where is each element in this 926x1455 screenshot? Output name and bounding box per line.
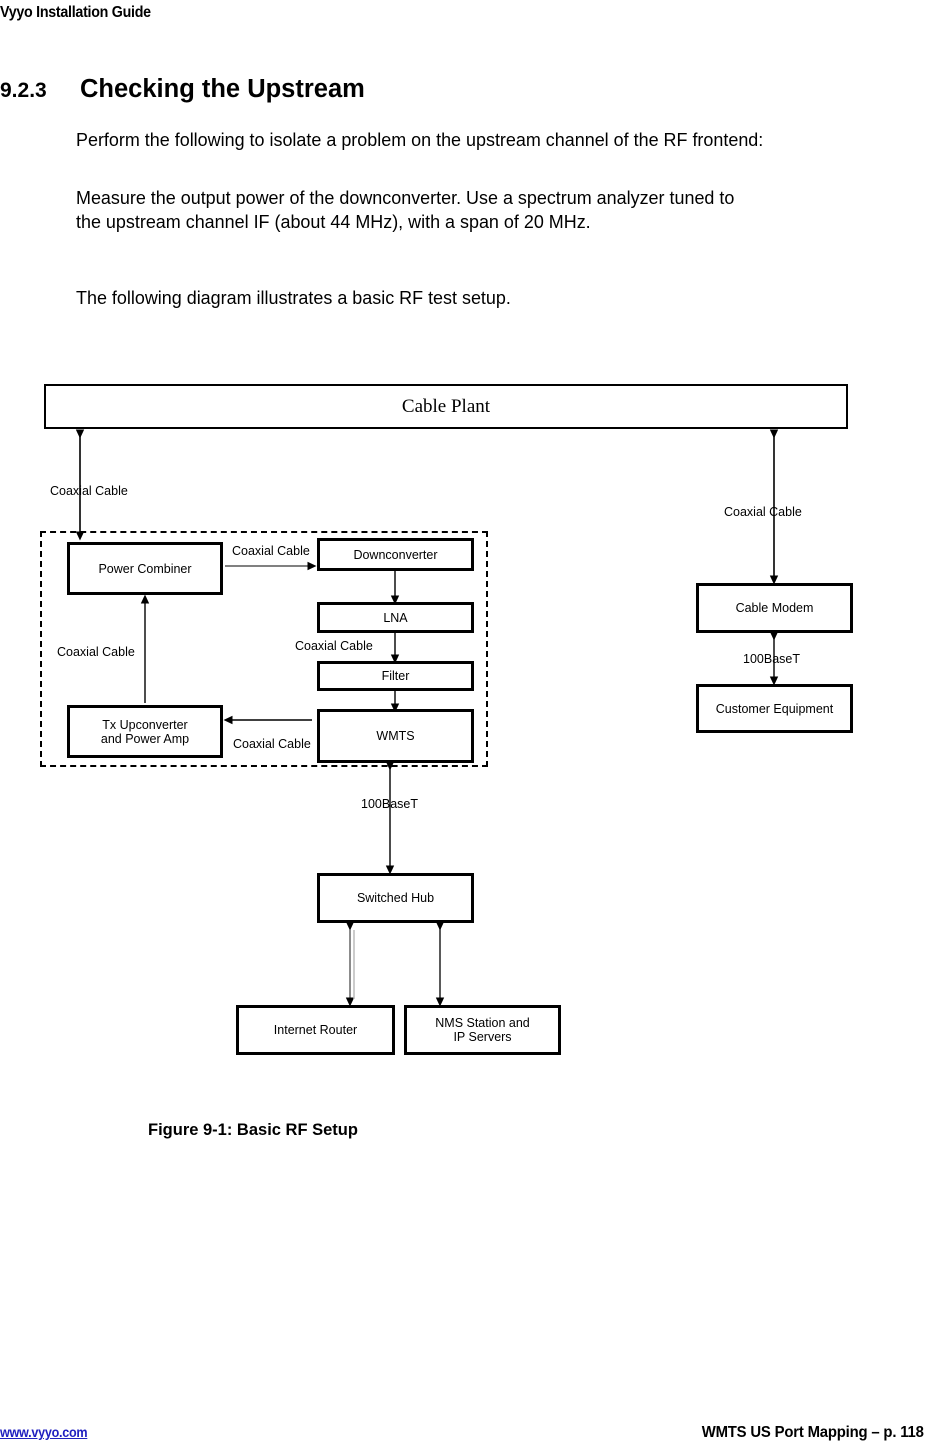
figure-caption: Figure 9-1: Basic RF Setup	[148, 1121, 358, 1139]
link-label-plant-to-combiner: Coaxial Cable	[50, 484, 128, 498]
link-label-wmts-to-hub: 100BaseT	[361, 797, 418, 811]
node-downconverter-label: Downconverter	[353, 547, 438, 562]
node-internet-router[interactable]: Internet Router	[236, 1005, 395, 1055]
node-filter[interactable]: Filter	[317, 661, 474, 691]
node-downconverter[interactable]: Downconverter	[317, 538, 474, 571]
node-cable-plant[interactable]: Cable Plant	[44, 384, 848, 429]
footer-page-info: WMTS US Port Mapping – p. 118	[702, 1424, 924, 1441]
node-wmts[interactable]: WMTS	[317, 709, 474, 763]
footer-url-link[interactable]: www.vyyo.com	[0, 1424, 88, 1440]
node-switched-hub-label: Switched Hub	[356, 891, 435, 905]
node-cable-plant-label: Cable Plant	[401, 395, 491, 417]
node-tx-upconverter-label-line2: and Power Amp	[100, 731, 190, 746]
node-nms-station-label-line1: NMS Station and	[435, 1016, 530, 1030]
link-label-modem-to-customer: 100BaseT	[743, 652, 800, 666]
link-label-lna-to-filter: Coaxial Cable	[295, 639, 373, 653]
node-nms-station[interactable]: NMS Station and IP Servers	[404, 1005, 561, 1055]
node-lna-label: LNA	[383, 610, 408, 625]
link-label-plant-to-modem: Coaxial Cable	[724, 505, 802, 519]
node-cable-modem-label: Cable Modem	[735, 601, 814, 615]
node-wmts-label: WMTS	[376, 729, 415, 743]
link-label-upconverter-to-combiner: Coaxial Cable	[57, 645, 135, 659]
node-customer-equipment-label: Customer Equipment	[715, 701, 834, 716]
node-internet-router-label: Internet Router	[273, 1023, 358, 1037]
node-tx-upconverter-label-line1: Tx Upconverter	[102, 717, 188, 732]
node-cable-modem[interactable]: Cable Modem	[696, 583, 853, 633]
node-lna[interactable]: LNA	[317, 602, 474, 633]
node-power-combiner[interactable]: Power Combiner	[67, 542, 223, 595]
document-footer: www.vyyo.com WMTS US Port Mapping – p. 1…	[0, 1424, 926, 1448]
node-switched-hub[interactable]: Switched Hub	[317, 873, 474, 923]
node-tx-upconverter[interactable]: Tx Upconverter and Power Amp	[67, 705, 223, 758]
rf-setup-diagram: Cable Plant Power Combiner Downconverter…	[0, 0, 926, 1100]
node-filter-label: Filter	[381, 669, 410, 683]
link-label-wmts-to-upconverter: Coaxial Cable	[233, 737, 311, 751]
link-label-combiner-to-downconverter: Coaxial Cable	[232, 544, 310, 558]
node-power-combiner-label: Power Combiner	[98, 561, 192, 576]
node-customer-equipment[interactable]: Customer Equipment	[696, 684, 853, 733]
node-nms-station-label-line2: IP Servers	[453, 1030, 512, 1044]
